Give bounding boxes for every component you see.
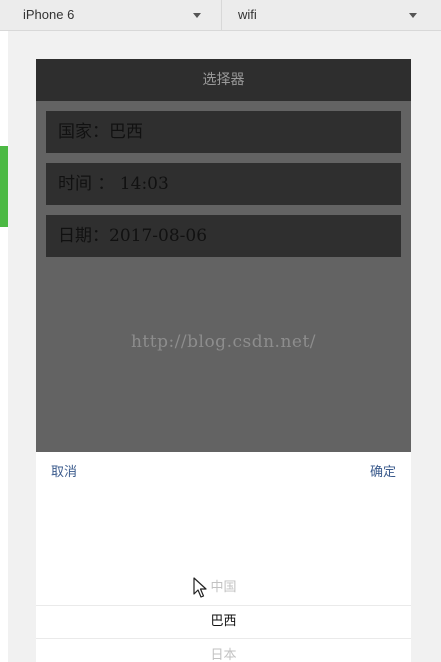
device-select[interactable]: iPhone 6 (0, 0, 222, 30)
phone-screen: 选择器 国家：巴西 时间 ： 14:03 日期：2017-08-06 http:… (36, 59, 411, 662)
selection-line-bottom (36, 638, 411, 639)
time-field[interactable]: 时间 ： 14:03 (46, 163, 401, 205)
chevron-down-icon (193, 13, 201, 18)
confirm-button[interactable]: 确定 (370, 452, 396, 494)
picker-option[interactable]: 日本 (36, 644, 411, 662)
green-side-tab[interactable] (0, 146, 8, 227)
watermark-text: http://blog.csdn.net/ (130, 332, 317, 352)
date-field[interactable]: 日期：2017-08-06 (46, 215, 401, 257)
picker-option[interactable]: 中国 (36, 576, 411, 600)
device-select-value: iPhone 6 (23, 7, 75, 22)
left-panel-edge (0, 31, 8, 662)
picker-sheet: 取消 确定 中国 巴西 日本 (36, 452, 411, 662)
network-select[interactable]: wifi (222, 0, 441, 30)
picker-toolbar: 取消 确定 (36, 452, 411, 494)
network-select-value: wifi (238, 7, 257, 22)
mouse-cursor-icon (193, 577, 207, 598)
selection-line-top (36, 605, 411, 606)
picker-wheel[interactable]: 中国 巴西 日本 (36, 494, 411, 662)
page-title: 选择器 (36, 59, 411, 101)
chevron-down-icon (409, 13, 417, 18)
picker-option-selected[interactable]: 巴西 (36, 610, 411, 634)
country-field[interactable]: 国家：巴西 (46, 111, 401, 153)
device-toolbar: iPhone 6 wifi (0, 0, 441, 31)
cancel-button[interactable]: 取消 (51, 452, 77, 494)
